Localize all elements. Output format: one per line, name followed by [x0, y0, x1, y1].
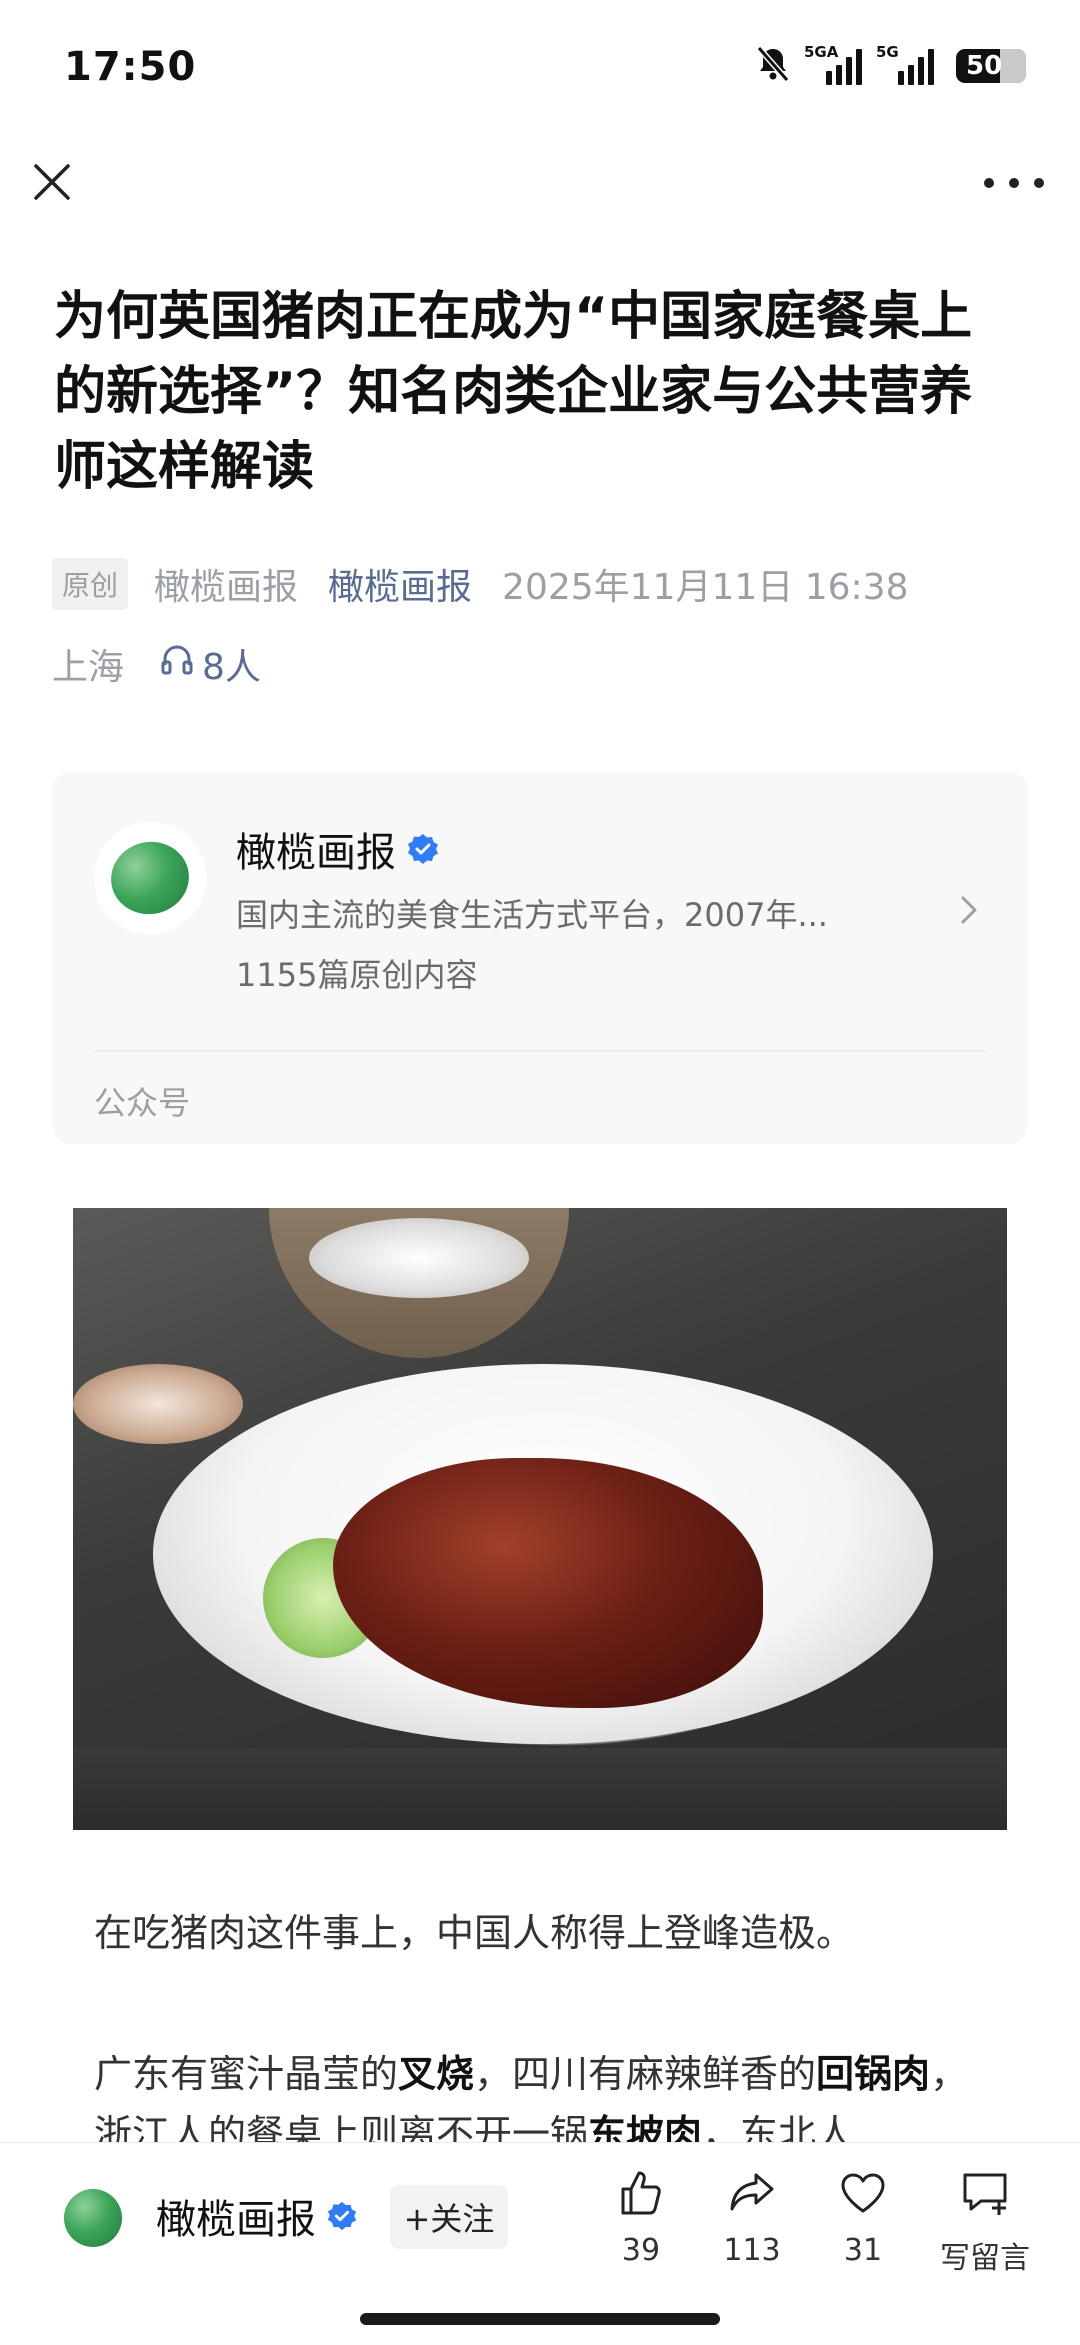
home-indicator[interactable] [360, 2313, 720, 2325]
bottom-account-name: 橄榄画报 [156, 2197, 316, 2243]
status-bar: 17:50 5GA 5G 50 [0, 0, 1080, 140]
listen-button[interactable]: 8人 [160, 638, 261, 690]
status-icons: 5GA 5G 50 [756, 43, 1026, 86]
author-name: 橄榄画报 [154, 567, 299, 608]
article-image[interactable] [73, 1208, 1007, 1830]
share-button[interactable]: 113 [697, 2167, 807, 2268]
comment-plus-icon [957, 2167, 1013, 2223]
bottom-account-name-row[interactable]: 橄榄画报 [156, 2187, 358, 2245]
close-icon[interactable] [26, 156, 78, 208]
follow-button[interactable]: +关注 [390, 2185, 508, 2249]
listener-count: 8人 [202, 647, 261, 688]
heart-icon [837, 2167, 889, 2223]
verified-badge-icon [326, 2200, 358, 2232]
verified-badge-icon [406, 832, 440, 866]
share-count: 113 [723, 2233, 781, 2268]
write-comment-label: 写留言 [940, 2241, 1030, 2276]
favorite-count: 31 [843, 2233, 883, 2268]
article-meta-2: 上海 8人 [52, 638, 261, 690]
paragraph: 在吃猪肉这件事上，中国人称得上登峰造极。 [94, 1911, 855, 1955]
publish-datetime: 2025年11月11日 16:38 [502, 567, 909, 608]
location: 上海 [52, 647, 125, 688]
account-card[interactable]: 橄榄画报 国内主流的美食生活方式平台，2007年... 1155篇原创内容 公众… [52, 772, 1028, 1144]
account-avatar-small[interactable] [64, 2189, 122, 2247]
like-count: 39 [621, 2233, 661, 2268]
original-tag: 原创 [52, 558, 129, 610]
favorite-button[interactable]: 31 [808, 2167, 918, 2268]
bell-slash-icon [756, 46, 790, 86]
like-button[interactable]: 39 [586, 2167, 696, 2268]
account-description: 国内主流的美食生活方式平台，2007年... [236, 896, 828, 934]
card-divider [94, 1050, 986, 1052]
account-type: 公众号 [94, 1084, 191, 1122]
account-name: 橄榄画报 [236, 830, 396, 876]
battery-level: 50 [966, 51, 1003, 81]
battery-icon: 50 [956, 49, 1026, 83]
account-avatar [94, 822, 206, 934]
signal-5ga-icon: 5GA [804, 43, 862, 85]
chevron-right-icon [954, 890, 984, 930]
share-arrow-icon [726, 2167, 778, 2223]
account-original-count: 1155篇原创内容 [236, 956, 478, 994]
headphones-icon [160, 643, 202, 686]
article-title: 为何英国猪肉正在成为“中国家庭餐桌上的新选择”？知名肉类企业家与公共营养师这样解… [54, 287, 973, 497]
account-link[interactable]: 橄榄画报 [328, 558, 472, 610]
more-dots-icon[interactable] [984, 168, 1044, 198]
account-name-row: 橄榄画报 [236, 820, 440, 878]
thumbs-up-icon [615, 2167, 667, 2223]
article-meta: 原创 橄榄画报 橄榄画报 2025年11月11日 16:38 [52, 558, 908, 610]
write-comment-button[interactable]: 写留言 [920, 2167, 1050, 2277]
bottom-bar: 橄榄画报 +关注 39 113 31 写留言 [0, 2142, 1080, 2345]
status-time: 17:50 [64, 44, 197, 90]
signal-5g-icon: 5G [876, 43, 934, 85]
